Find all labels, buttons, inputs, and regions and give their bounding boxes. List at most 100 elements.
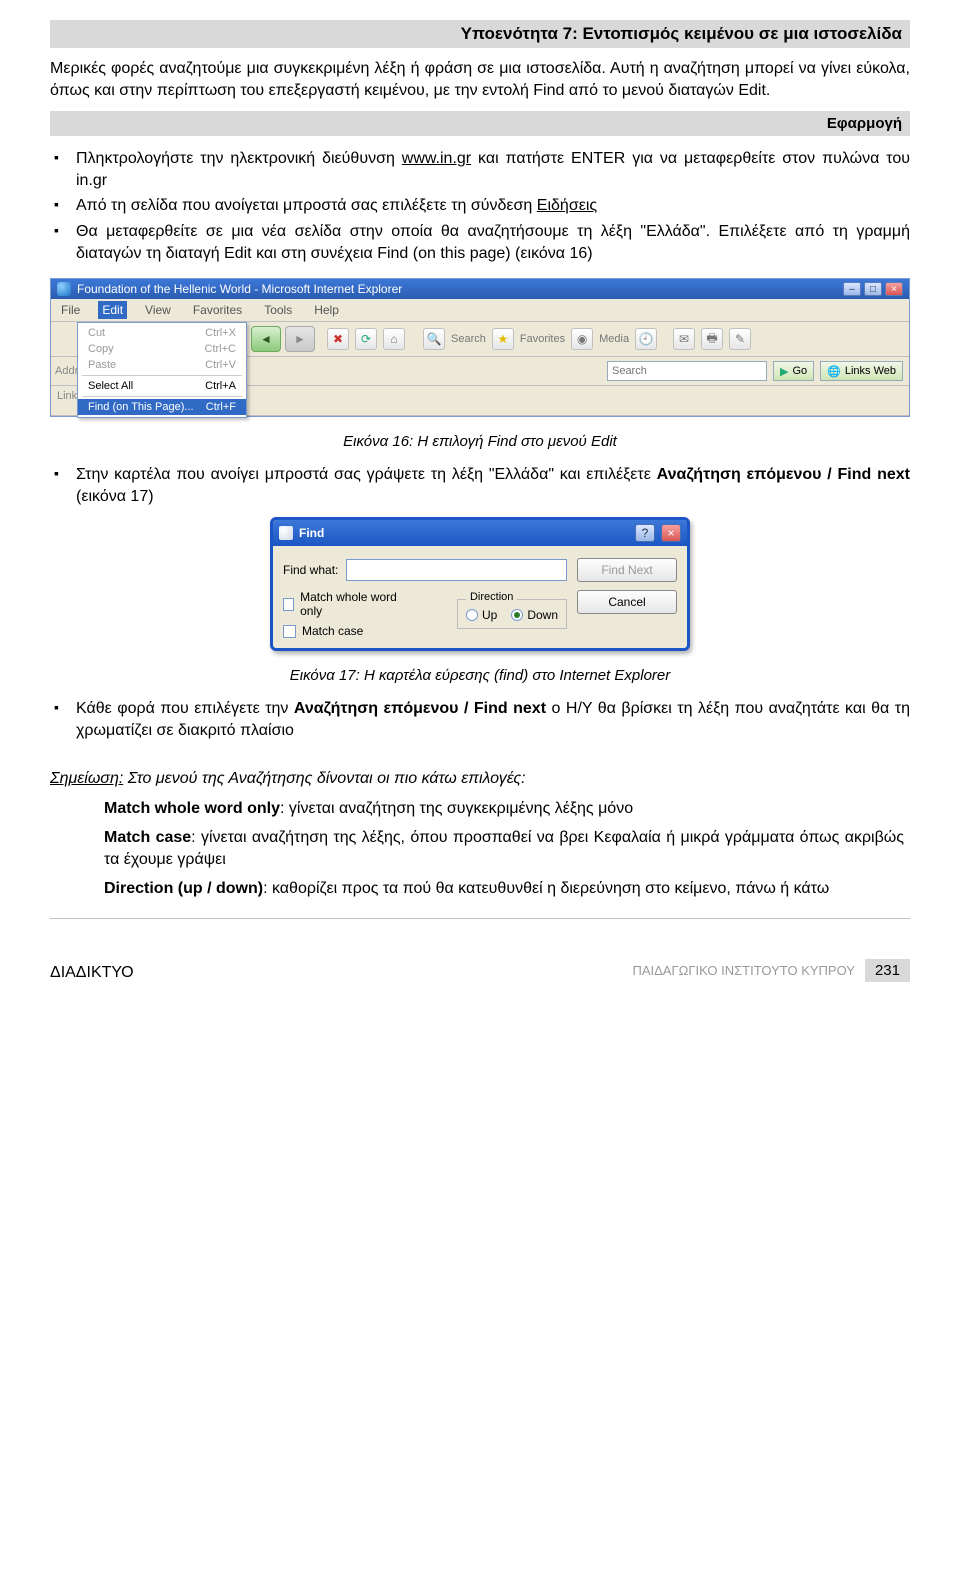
menu-shortcut: Ctrl+A — [205, 380, 236, 392]
back-button[interactable]: ◄ — [251, 326, 281, 352]
find-what-input[interactable] — [346, 559, 567, 581]
direction-group: Direction Up Down — [457, 599, 567, 629]
bullet-text: Πληκτρολογήστε την ηλεκτρονική διεύθυνση — [76, 150, 402, 167]
home-button[interactable]: ⌂ — [383, 328, 405, 350]
find-dialog: Find ? × Find what: Find Next Match whol… — [270, 517, 690, 651]
refresh-icon: ⟳ — [361, 332, 371, 346]
menu-shortcut: Ctrl+F — [206, 401, 236, 413]
window-titlebar: Foundation of the Hellenic World - Micro… — [51, 279, 909, 299]
note-rest: : γίνεται αναζήτηση της λέξης, όπου προσ… — [104, 829, 904, 868]
note-heading-rest: Στο μενού της Αναζήτησης δίνονται οι πιο… — [123, 770, 525, 787]
menu-label: Paste — [88, 359, 116, 371]
edit-button[interactable]: ✎ — [729, 328, 751, 350]
direction-up-radio[interactable]: Up — [466, 608, 497, 622]
bullet-5: Κάθε φορά που επιλέγετε την Αναζήτηση επ… — [50, 698, 910, 741]
menu-favorites[interactable]: Favorites — [189, 301, 246, 319]
print-button[interactable]: 🖶 — [701, 328, 723, 350]
ie-screenshot: Foundation of the Hellenic World - Micro… — [50, 278, 910, 417]
search-label: Search — [451, 333, 486, 345]
cancel-button[interactable]: Cancel — [577, 590, 677, 614]
maximize-button[interactable]: □ — [864, 282, 882, 296]
note-bold: Match case — [104, 829, 191, 846]
favorites-label: Favorites — [520, 333, 565, 345]
minimize-button[interactable]: – — [843, 282, 861, 296]
menu-item-selectall[interactable]: Select All Ctrl+A — [78, 378, 246, 394]
refresh-button[interactable]: ⟳ — [355, 328, 377, 350]
bullet-1: Πληκτρολογήστε την ηλεκτρονική διεύθυνση… — [50, 148, 910, 191]
menu-item-cut[interactable]: CutCtrl+X — [78, 325, 246, 341]
menu-shortcut: Ctrl+C — [205, 343, 236, 355]
menu-tools[interactable]: Tools — [260, 301, 296, 319]
note-bold: Direction (up / down) — [104, 880, 263, 897]
checkbox-icon — [283, 598, 294, 611]
bold-text: Αναζήτηση επόμενου / Find next — [657, 466, 910, 483]
mail-icon: ✉ — [679, 332, 689, 346]
note-item-3: Direction (up / down): καθορίζει προς τα… — [104, 878, 910, 900]
stop-icon: ✖ — [333, 332, 343, 346]
help-button[interactable]: ? — [635, 524, 655, 542]
menu-help[interactable]: Help — [310, 301, 343, 319]
search-button[interactable]: 🔍 — [423, 328, 445, 350]
instruction-list-2: Στην καρτέλα που ανοίγει μπροστά σας γρά… — [50, 464, 910, 507]
bullet-3: Θα μεταφερθείτε σε μια νέα σελίδα στην ο… — [50, 221, 910, 264]
edit-dropdown-menu: CutCtrl+X CopyCtrl+C Paste Ctrl+V Select … — [77, 322, 247, 418]
media-label: Media — [599, 333, 629, 345]
forward-button[interactable]: ► — [285, 326, 315, 352]
menubar: File Edit View Favorites Tools Help — [51, 299, 909, 322]
find-next-button[interactable]: Find Next — [577, 558, 677, 582]
search-input[interactable] — [607, 361, 767, 381]
go-icon: ▶ — [780, 365, 788, 378]
go-label: Go — [792, 365, 807, 377]
menu-label: Cut — [88, 327, 105, 339]
star-icon: ★ — [497, 332, 508, 346]
go-button[interactable]: ▶ Go — [773, 361, 814, 381]
figure-16-caption: Εικόνα 16: Η επιλογή Find στο μενού Edit — [50, 433, 910, 450]
match-case-checkbox[interactable]: Match case — [283, 624, 401, 638]
radio-label: Down — [527, 608, 558, 622]
application-bar: Εφαρμογή — [50, 111, 910, 136]
footer-left: ΔΙΑΔΙΚΤΥΟ — [50, 964, 134, 982]
close-button[interactable]: × — [661, 524, 681, 542]
menu-view[interactable]: View — [141, 301, 175, 319]
note-heading: Σημείωση: Στο μενού της Αναζήτησης δίνον… — [50, 770, 910, 788]
bullet-text: (εικόνα 17) — [76, 488, 154, 505]
menu-item-find[interactable]: Find (on This Page)...Ctrl+F — [78, 399, 246, 415]
globe-icon: 🌐 — [827, 365, 841, 378]
bold-text: Αναζήτηση επόμενου / Find next — [294, 700, 546, 717]
bullet-text: Στην καρτέλα που ανοίγει μπροστά σας γρά… — [76, 466, 657, 483]
stop-button[interactable]: ✖ — [327, 328, 349, 350]
note-item-1: Match whole word only: γίνεται αναζήτηση… — [104, 798, 910, 820]
print-icon: 🖶 — [706, 329, 717, 350]
history-icon: 🕘 — [639, 332, 654, 346]
menu-item-paste[interactable]: Paste Ctrl+V — [78, 357, 246, 373]
match-whole-word-checkbox[interactable]: Match whole word only — [283, 590, 401, 618]
mail-button[interactable]: ✉ — [673, 328, 695, 350]
figure-17-caption: Εικόνα 17: Η καρτέλα εύρεσης (find) στο … — [50, 667, 910, 684]
home-icon: ⌂ — [390, 332, 397, 346]
note-rest: : καθορίζει προς τα πού θα κατευθυνθεί η… — [263, 880, 829, 897]
link-text: Ειδήσεις — [537, 197, 597, 214]
search-icon: 🔍 — [427, 332, 442, 346]
menu-item-copy[interactable]: CopyCtrl+C — [78, 341, 246, 357]
menu-label: Select All — [88, 380, 133, 392]
close-button[interactable]: × — [885, 282, 903, 296]
menu-edit[interactable]: Edit — [98, 301, 127, 319]
links-web-label: Links Web — [845, 365, 896, 377]
direction-legend: Direction — [466, 591, 517, 603]
menu-file[interactable]: File — [57, 301, 84, 319]
page-number: 231 — [865, 959, 910, 982]
history-button[interactable]: 🕘 — [635, 328, 657, 350]
direction-down-radio[interactable]: Down — [511, 608, 558, 622]
media-button[interactable]: ◉ — [571, 328, 593, 350]
note-heading-underline: Σημείωση: — [50, 770, 123, 787]
bullet-text: Από τη σελίδα που ανοίγεται μπροστά σας … — [76, 197, 537, 214]
page-footer: ΔΙΑΔΙΚΤΥΟ ΠΑΙΔΑΓΩΓΙΚΟ ΙΝΣΤΙΤΟΥΤΟ ΚΥΠΡΟΥ … — [0, 959, 960, 988]
links-web-button[interactable]: 🌐 Links Web — [820, 361, 903, 381]
note-item-2: Match case: γίνεται αναζήτηση της λέξης,… — [104, 827, 910, 870]
favorites-button[interactable]: ★ — [492, 328, 514, 350]
menu-shortcut: Ctrl+V — [205, 359, 236, 371]
footer-rule — [50, 918, 910, 919]
instruction-list-1: Πληκτρολογήστε την ηλεκτρονική διεύθυνση… — [50, 148, 910, 264]
radio-icon — [466, 609, 478, 621]
window-title: Foundation of the Hellenic World - Micro… — [77, 282, 837, 296]
